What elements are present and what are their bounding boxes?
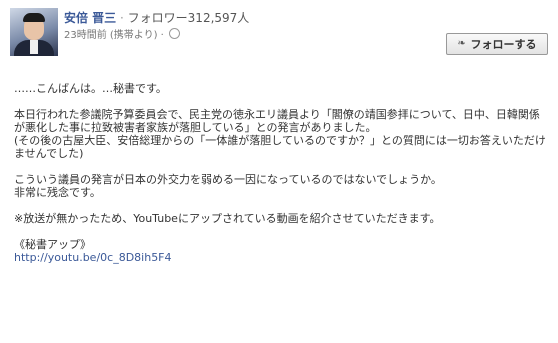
paragraph-3-line-1: こういう議員の発言が日本の外交力を弱める一因になっているのではないでしょうか。 — [14, 173, 442, 186]
paragraph-4: ※放送が無かったため、YouTubeにアップされている動画を紹介させていただきま… — [14, 212, 441, 225]
avatar[interactable] — [10, 8, 58, 56]
greeting-text: ……こんばんは。…秘書です。 — [14, 82, 167, 95]
facebook-post: 安倍 晋三 · フォロワー312,597人 23時間前 (携帯より) · ❧ フ… — [0, 0, 558, 343]
youtube-link[interactable]: http://youtu.be/0c_8D8ih5F4 — [14, 251, 172, 264]
post-body: ……こんばんは。…秘書です。 本日行われた参議院予算委員会で、民主党の徳永エリ議… — [14, 82, 546, 264]
paragraph-3-line-2: 非常に残念です。 — [14, 186, 101, 199]
post-header: 安倍 晋三 · フォロワー312,597人 23時間前 (携帯より) · ❧ フ… — [0, 0, 558, 64]
author-line: 安倍 晋三 · フォロワー312,597人 — [64, 10, 249, 26]
rss-icon: ❧ — [457, 38, 466, 49]
post-timestamp[interactable]: 23時間前 (携帯より) · — [64, 30, 164, 41]
follower-count: フォロワー312,597人 — [127, 11, 250, 25]
paragraph-1: 本日行われた参議院予算委員会で、民主党の徳永エリ議員より「閣僚の靖国参拝について… — [14, 108, 540, 134]
post-meta: 23時間前 (携帯より) · — [64, 28, 181, 43]
follow-button[interactable]: ❧ フォローする — [446, 33, 548, 55]
follow-button-label: フォローする — [470, 38, 537, 51]
globe-icon — [169, 28, 181, 39]
signature: 《秘書アップ》 — [14, 238, 91, 251]
author-name[interactable]: 安倍 晋三 — [64, 11, 116, 25]
paragraph-2: (その後の古屋大臣、安倍総理からの「一体誰が落胆しているのですか？」との質問には… — [14, 134, 546, 160]
separator: · — [120, 11, 124, 25]
